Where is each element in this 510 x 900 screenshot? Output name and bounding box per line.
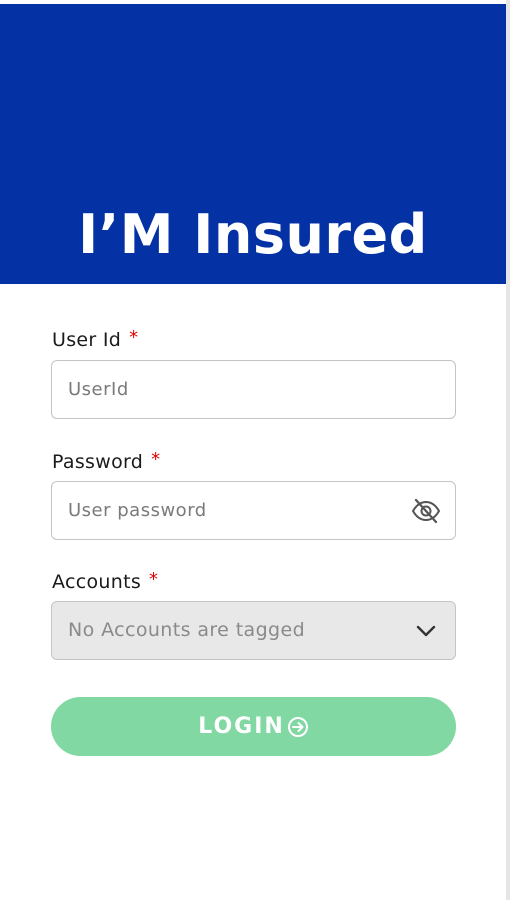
accounts-selected-value: No Accounts are tagged [68, 619, 306, 641]
arrow-right-circle-icon [287, 716, 309, 738]
user-id-input[interactable]: UserId [51, 360, 456, 419]
required-mark: * [151, 449, 161, 470]
chevron-down-icon [415, 620, 437, 642]
app-title: I’M Insured [78, 203, 428, 266]
accounts-select[interactable]: No Accounts are tagged [51, 601, 456, 660]
required-mark: * [129, 327, 139, 348]
login-button-label: LOGIN [198, 713, 285, 739]
password-input[interactable]: User password [51, 481, 456, 540]
scrollbar-track [506, 0, 510, 900]
user-id-placeholder: UserId [68, 379, 129, 400]
password-label-text: Password [52, 451, 144, 473]
app-header: I’M Insured [0, 4, 506, 284]
accounts-label-text: Accounts [52, 571, 142, 593]
login-screen: I’M Insured User Id * UserId Password * Us… [0, 0, 510, 900]
accounts-label: Accounts * [52, 569, 159, 595]
eye-slash-icon[interactable] [411, 497, 441, 525]
user-id-label-text: User Id [52, 329, 122, 351]
login-button[interactable]: LOGIN [51, 697, 456, 756]
user-id-label: User Id * [52, 327, 139, 353]
required-mark: * [149, 569, 159, 590]
password-label: Password * [52, 449, 161, 475]
password-placeholder: User password [68, 500, 207, 521]
